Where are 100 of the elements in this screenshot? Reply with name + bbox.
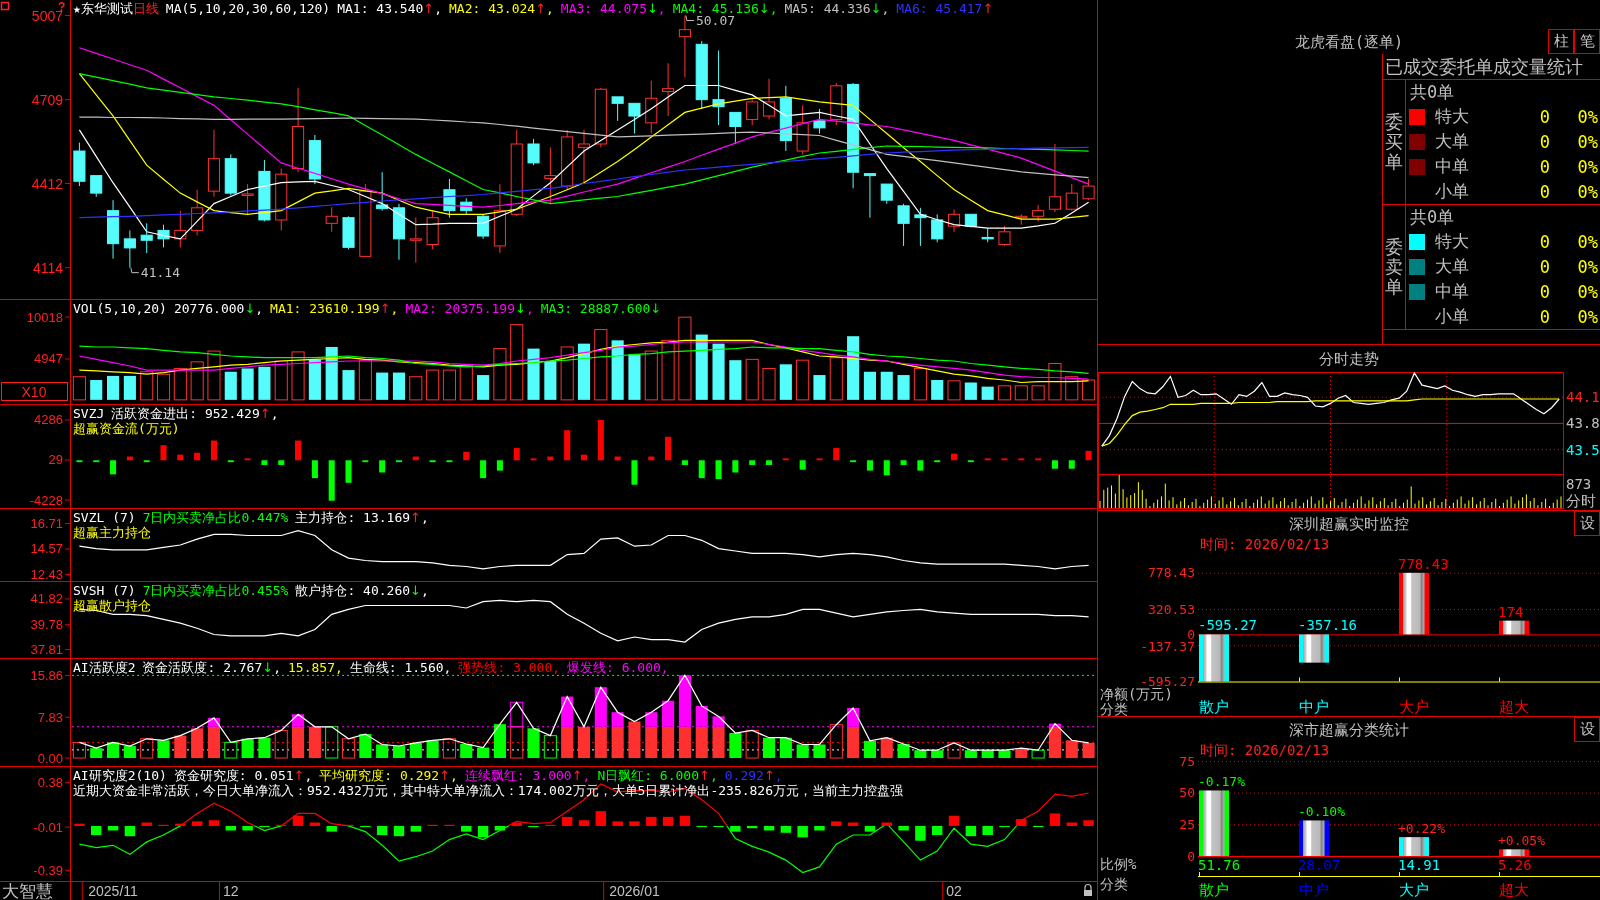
trend-arrow: ↓ — [262, 660, 274, 675]
order-share: 0% — [1577, 256, 1599, 277]
indicator-value: 强势线: 3.000, — [458, 660, 561, 675]
order-type-label: 小单 — [1435, 180, 1470, 203]
indicator-value: 生命线: 1.560, — [349, 660, 452, 675]
table-title: 已成交委托单成交量统计 — [1383, 54, 1600, 80]
order-count: 0 — [1539, 231, 1551, 252]
order-type-label: 小单 — [1435, 305, 1470, 328]
order-type-label: 中单 — [1435, 155, 1470, 178]
trend-arrow: ↓ — [650, 301, 662, 316]
brand-label: 大智慧 — [2, 881, 53, 900]
axis-title: 分类 — [1100, 876, 1128, 892]
annotation: 50.07 — [695, 13, 736, 29]
period-label: 日线 — [132, 1, 159, 16]
trend-arrow: ↑ — [259, 406, 271, 421]
indicator-value: 平均研究度: 0.292 — [319, 768, 440, 783]
date-label: 2025/11 — [88, 883, 138, 899]
indicator-value: MA1: 23610.199 — [270, 301, 380, 316]
indicator-value: N日飘红: 6.000 — [597, 768, 699, 783]
panel-title: 龙虎看盘(逐单) — [1294, 33, 1404, 53]
order-type-label: 大单 — [1435, 130, 1470, 153]
axis-tick-label: 4709 — [31, 91, 63, 108]
annotation: 41.14 — [140, 265, 181, 281]
separator-text: , — [270, 406, 279, 421]
trend-arrow: ↑ — [423, 1, 435, 16]
axis-tick-label: 50 — [1179, 785, 1195, 801]
separator-text: , — [420, 510, 429, 525]
order-share: 0% — [1577, 181, 1599, 202]
indicator-value: 15.857, — [288, 660, 343, 675]
separator-text: , — [304, 768, 313, 783]
chart-timestamp: 时间: 2026/02/13 — [1200, 536, 1330, 552]
axis-tick-label: 0 — [1187, 848, 1195, 864]
indicator-value: 散户持仓: 40.260 — [295, 583, 411, 598]
order-count: 0 — [1539, 281, 1551, 302]
change-label: +0.22% — [1398, 820, 1445, 836]
trend-arrow: ↓ — [646, 1, 658, 16]
indicator-title: AI活跃度2 — [73, 660, 136, 675]
trend-arrow: ↑ — [535, 1, 547, 16]
trend-arrow: ↓ — [870, 1, 882, 16]
price-callout: 50.07 — [685, 13, 736, 29]
axis-tick-label: 4947 — [34, 351, 63, 367]
value-label: 778.43 — [1398, 555, 1449, 572]
separator-text: , — [582, 768, 591, 783]
axis-tick-label: 43.8 — [1566, 415, 1600, 432]
separator-text: , — [546, 1, 554, 16]
unit-label: X10 — [1, 382, 68, 401]
indicator-caption: 超赢主力持仓 — [73, 525, 151, 540]
indicator-value: 资金研究度: 0.051 — [173, 768, 294, 783]
indicator-value: MA2: 43.024 — [449, 1, 536, 16]
axis-tick-label: 4286 — [34, 412, 63, 428]
order-total: 共0单 — [1410, 205, 1455, 229]
value-label: 174 — [1498, 603, 1524, 620]
group-label: 委卖单 — [1385, 237, 1403, 297]
panel-title: 深圳超赢实时监控 — [1289, 514, 1409, 533]
axis-tick-label: 10018 — [26, 309, 63, 325]
panel-title: 分时走势 — [1319, 349, 1379, 368]
indicator-value: MA5: 44.336 — [784, 1, 871, 16]
separator-text: , — [525, 301, 534, 316]
indicator-value: 爆发线: 6.000, — [567, 660, 669, 675]
order-count: 0 — [1539, 156, 1551, 177]
separator-text: , — [769, 1, 778, 16]
panel-title: 深市超赢分类统计 — [1289, 720, 1409, 739]
axis-title: 比例% — [1100, 856, 1137, 872]
indicator-value: MA3: 28887.600 — [540, 301, 651, 316]
category-label: 大户 — [1399, 881, 1429, 899]
value-label: -357.16 — [1298, 617, 1357, 634]
value-label: 51.76 — [1198, 857, 1241, 873]
indicator-title: AI研究度2(10) — [73, 768, 167, 783]
indicator-value: 0.292 — [724, 768, 764, 783]
indicator-title: ★东华测试 — [73, 1, 133, 16]
axis-tick-label: 0.38 — [37, 775, 63, 791]
category-label: 中户 — [1299, 881, 1329, 899]
axis-tick-label: 75 — [1179, 753, 1195, 769]
axis-tick-label: -595.27 — [1140, 674, 1195, 689]
trend-arrow: ↑ — [439, 768, 451, 783]
indicator-value: MA6: 45.417 — [896, 1, 983, 16]
order-share: 0% — [1577, 156, 1599, 177]
trend-arrow: ↓ — [410, 583, 421, 598]
separator-text: , — [774, 768, 783, 783]
value-label: 14.91 — [1398, 857, 1441, 873]
order-count: 0 — [1539, 106, 1551, 127]
separator-text: , — [420, 583, 429, 598]
trend-arrow: ↑ — [410, 510, 421, 525]
indicator-value: MA(5,10,20,30,60,120) — [165, 1, 331, 16]
separator-text: , — [657, 1, 666, 16]
date-label: 12 — [223, 883, 239, 899]
change-label: -0.10% — [1298, 803, 1345, 819]
order-count: 0 — [1539, 306, 1551, 327]
trend-arrow: ↑ — [571, 768, 583, 783]
category-label: 超大 — [1499, 698, 1529, 716]
axis-tick-label: 15.86 — [30, 667, 63, 683]
date-label: 2026/01 — [609, 883, 660, 899]
axis-tick-label: -4228 — [29, 492, 63, 508]
axis-tick-label: 29 — [48, 452, 63, 468]
axis-tick-label: -137.37 — [1140, 639, 1195, 655]
indicator-value: 7日内买卖净占比0.455% — [142, 583, 289, 598]
trend-arrow: ↑ — [763, 768, 775, 783]
separator-text: , — [881, 1, 890, 16]
separator-text: , — [255, 301, 264, 316]
order-count: 0 — [1539, 131, 1551, 152]
